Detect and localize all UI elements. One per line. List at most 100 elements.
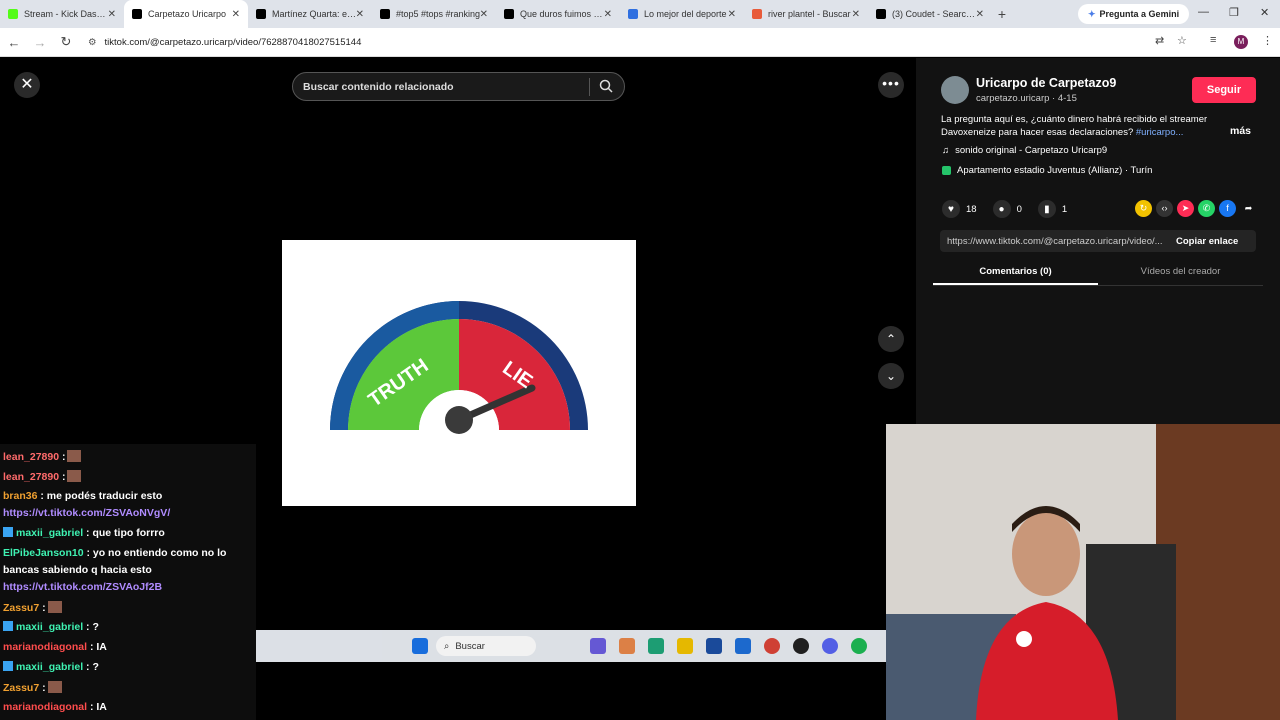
- chat-text: :: [61, 451, 66, 463]
- chat-emote-icon: [47, 681, 62, 693]
- back-icon[interactable]: ←: [2, 35, 26, 50]
- chat-username[interactable]: ElPibeJanson10: [3, 547, 84, 559]
- bookmark-star-icon[interactable]: ☆: [1177, 34, 1187, 47]
- chat-username[interactable]: marianodiagonal: [3, 701, 87, 713]
- chrome-icon[interactable]: [764, 638, 780, 654]
- chat-link[interactable]: https://vt.tiktok.com/ZSVAoJf2B: [3, 581, 162, 593]
- webcam-feed: [886, 424, 1280, 720]
- next-video-button[interactable]: ⌄: [878, 363, 904, 389]
- taskbar-search[interactable]: ⌕ Buscar: [436, 636, 536, 656]
- tab-close-icon[interactable]: ✕: [232, 9, 240, 20]
- browser-tab[interactable]: Stream - Kick Dashboard✕: [0, 0, 124, 28]
- chat-username[interactable]: bran36: [3, 490, 37, 502]
- tab-close-icon[interactable]: ✕: [852, 9, 860, 20]
- copy-link-button[interactable]: Copiar enlace: [1176, 236, 1238, 247]
- search-icon[interactable]: [599, 79, 613, 93]
- video-frame[interactable]: TRUTH LIE: [282, 240, 636, 506]
- minimize-icon[interactable]: —: [1198, 6, 1209, 18]
- chat-message: https://vt.tiktok.com/ZSVAoJf2B: [3, 581, 162, 593]
- comment-stat[interactable]: ● 0: [992, 200, 1022, 218]
- chat-text: bancas sabiendo q hacia esto: [3, 564, 152, 576]
- browser-tab[interactable]: Carpetazo Uricarpo ✕: [124, 0, 248, 28]
- browser-tab[interactable]: river plantel - Buscar ✕: [744, 0, 868, 28]
- discord-icon[interactable]: [822, 638, 838, 654]
- user-badge-icon: [3, 527, 13, 537]
- browser-tab[interactable]: #top5 #tops #ranking ✕: [372, 0, 496, 28]
- chat-username[interactable]: maxii_gabriel: [16, 621, 83, 633]
- url-field[interactable]: ⚙ tiktok.com/@carpetazo.uricarp/video/762…: [84, 32, 1164, 53]
- media-controls-icon[interactable]: ≡: [1210, 34, 1216, 46]
- send-icon[interactable]: ➤: [1177, 200, 1194, 217]
- teams-icon[interactable]: [590, 638, 606, 654]
- copilot-icon[interactable]: [619, 638, 635, 654]
- tab-comments[interactable]: Comentarios (0): [933, 262, 1098, 285]
- close-window-icon[interactable]: ✕: [1260, 6, 1269, 19]
- obs-icon[interactable]: [793, 638, 809, 654]
- menu-kebab-icon[interactable]: ⋮: [1262, 34, 1273, 47]
- share-arrow-icon[interactable]: ➦: [1240, 200, 1257, 217]
- tab-close-icon[interactable]: ✕: [356, 9, 364, 20]
- reload-icon[interactable]: ↻: [54, 34, 78, 50]
- like-stat[interactable]: ♥ 18: [942, 200, 977, 218]
- new-tab-icon[interactable]: +: [992, 6, 1012, 22]
- translate-icon[interactable]: ⇄: [1155, 34, 1164, 47]
- browser-tab[interactable]: Martínez Quarta: el vi... ✕: [248, 0, 372, 28]
- music-row[interactable]: ♫ sonido original - Carpetazo Uricarp9: [942, 145, 1107, 156]
- whatsapp-icon[interactable]: ✆: [1198, 200, 1215, 217]
- browser-tab[interactable]: Lo mejor del deporte ✕: [620, 0, 744, 28]
- browser-tab[interactable]: Que duros fuimos mi... ✕: [496, 0, 620, 28]
- outlook-icon[interactable]: [735, 638, 751, 654]
- close-video-button[interactable]: ✕: [14, 72, 40, 98]
- site-info-icon[interactable]: ⚙: [88, 37, 97, 48]
- tab-close-icon[interactable]: ✕: [480, 9, 488, 20]
- forward-icon[interactable]: →: [28, 35, 52, 50]
- maximize-icon[interactable]: ❐: [1229, 6, 1239, 19]
- save-stat[interactable]: ▮ 1: [1037, 200, 1067, 218]
- gemini-label: Pregunta a Gemini: [1099, 9, 1180, 19]
- chat-text: : IA: [89, 701, 107, 713]
- tab-close-icon[interactable]: ✕: [728, 9, 736, 20]
- file-explorer-icon[interactable]: [677, 638, 693, 654]
- gemini-button[interactable]: ✦ Pregunta a Gemini: [1078, 4, 1190, 24]
- start-icon[interactable]: [412, 638, 428, 654]
- facebook-icon[interactable]: f: [1219, 200, 1236, 217]
- tab-favicon-icon: [876, 9, 886, 19]
- chat-emote-icon: [67, 450, 82, 462]
- tab-creator-videos[interactable]: Vídeos del creador: [1098, 262, 1263, 285]
- chat-username[interactable]: lean_27890: [3, 451, 59, 463]
- edge-icon[interactable]: [648, 638, 664, 654]
- more-options-button[interactable]: •••: [878, 72, 904, 98]
- chat-username[interactable]: maxii_gabriel: [16, 527, 83, 539]
- hashtag-link[interactable]: #uricarpo...: [1136, 127, 1184, 138]
- chat-username[interactable]: marianodiagonal: [3, 641, 87, 653]
- creator-name[interactable]: Uricarpo de Carpetazo9: [976, 76, 1116, 90]
- chat-username[interactable]: Zassu7: [3, 602, 39, 614]
- creator-avatar[interactable]: [941, 76, 969, 104]
- spotify-icon[interactable]: [851, 638, 867, 654]
- stream-chat-overlay: lean_27890 : lean_27890 : bran36 : me podé…: [0, 444, 256, 720]
- store-icon[interactable]: [706, 638, 722, 654]
- profile-avatar[interactable]: M: [1234, 35, 1248, 49]
- chat-text: :: [42, 602, 46, 614]
- video-info-panel: Uricarpo de Carpetazo9 carpetazo.uricarp…: [916, 58, 1280, 424]
- related-search-input[interactable]: Buscar contenido relacionado: [292, 72, 625, 101]
- tab-close-icon[interactable]: ✕: [976, 9, 984, 20]
- repost-icon[interactable]: ↻: [1135, 200, 1152, 217]
- browser-tab[interactable]: (3) Coudet - Search / X ✕: [868, 0, 992, 28]
- location-row[interactable]: Apartamento estadio Juventus (Allianz) ·…: [942, 165, 1152, 176]
- chat-username[interactable]: lean_27890: [3, 471, 59, 483]
- embed-icon[interactable]: ‹›: [1156, 200, 1173, 217]
- tab-favicon-icon: [256, 9, 266, 19]
- chat-emote-icon: [67, 470, 82, 482]
- chat-username[interactable]: maxii_gabriel: [16, 661, 83, 673]
- tab-close-icon[interactable]: ✕: [108, 9, 116, 20]
- chat-username[interactable]: Zassu7: [3, 682, 39, 694]
- more-description-button[interactable]: más: [1230, 125, 1251, 137]
- follow-button[interactable]: Seguir: [1192, 77, 1256, 103]
- chat-link[interactable]: https://vt.tiktok.com/ZSVAoNVgV/: [3, 507, 170, 519]
- share-link-text[interactable]: https://www.tiktok.com/@carpetazo.uricar…: [940, 236, 1170, 247]
- tab-close-icon[interactable]: ✕: [604, 9, 612, 20]
- previous-video-button[interactable]: ⌃: [878, 326, 904, 352]
- chat-message: https://vt.tiktok.com/ZSVAoNVgV/: [3, 507, 170, 519]
- tab-favicon-icon: [628, 9, 638, 19]
